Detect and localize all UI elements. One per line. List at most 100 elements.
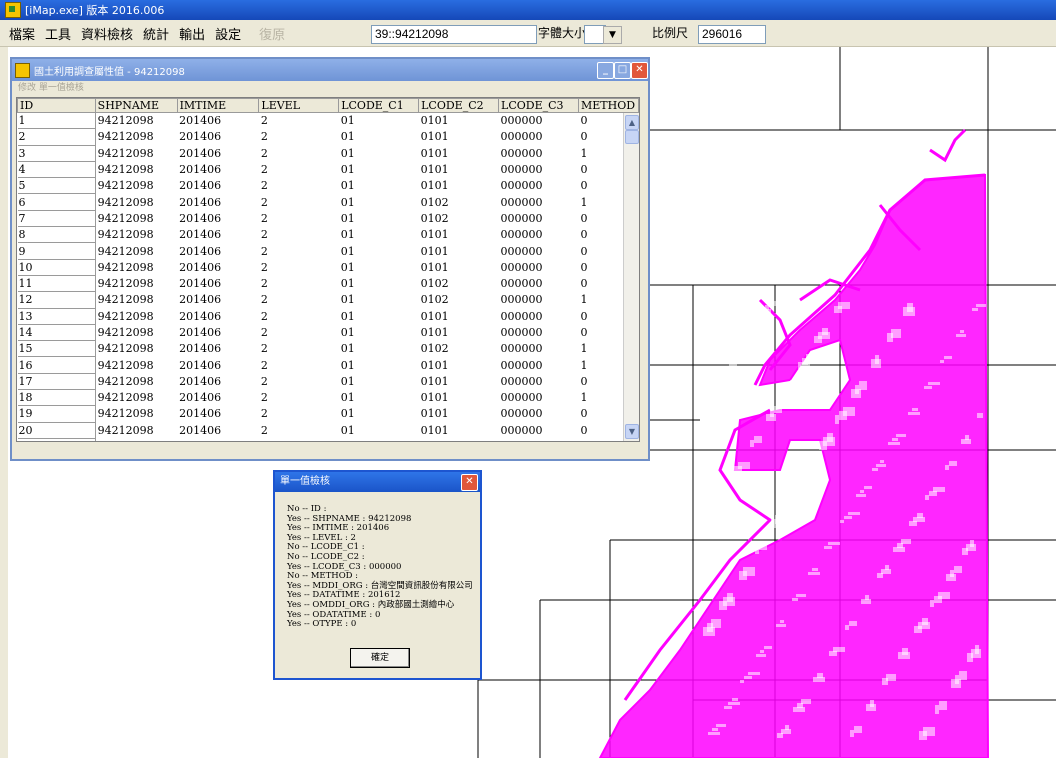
table-cell: 2 xyxy=(260,228,268,242)
app-title: [iMap.exe] 版本 2016.006 xyxy=(25,4,165,17)
scroll-up-icon[interactable]: ▲ xyxy=(625,115,639,130)
scroll-thumb[interactable] xyxy=(625,130,639,144)
location-field[interactable]: 39::94212098 xyxy=(371,25,537,44)
table-row[interactable]: 4 94212098 201406 2 01 0101 000000 0 xyxy=(17,161,639,179)
map-block xyxy=(876,464,886,467)
table-row[interactable]: 18 94212098 201406 2 01 0101 000000 1 xyxy=(17,389,639,407)
check-results: No -- ID : Yes -- SHPNAME : 94212098 Yes -… xyxy=(287,504,473,630)
table-cell: 000000 xyxy=(500,163,543,177)
table-cell: 201406 xyxy=(179,326,222,339)
minimize-icon[interactable]: _ xyxy=(597,62,614,79)
table-row[interactable]: 11 94212098 201406 2 01 0102 000000 0 xyxy=(17,275,639,293)
map-block xyxy=(977,413,983,418)
table-cell: 01 xyxy=(340,342,355,356)
scale-field[interactable]: 296016 xyxy=(698,25,766,44)
table-row[interactable]: 8 94212098 201406 2 01 0101 000000 0 xyxy=(17,226,639,244)
table-row[interactable]: 6 94212098 201406 2 01 0102 000000 1 xyxy=(17,193,639,211)
table-cell: 94212098 xyxy=(97,195,154,209)
column-header[interactable]: METHOD xyxy=(577,98,639,113)
table-row[interactable]: 13 94212098 201406 2 01 0101 000000 0 xyxy=(17,308,639,325)
column-header[interactable]: LCODE_C2 xyxy=(418,98,500,113)
map-block xyxy=(961,439,971,444)
map-block xyxy=(782,388,788,395)
column-header[interactable]: SHPNAME xyxy=(94,98,178,113)
table-cell: 01 xyxy=(340,277,355,291)
vertical-scrollbar[interactable]: ▲ ▼ xyxy=(623,113,639,441)
table-cell: 94212098 xyxy=(97,374,154,388)
table-cell: 2 xyxy=(260,407,268,421)
table-row[interactable]: 17 94212098 201406 2 01 0101 000000 0 xyxy=(17,373,639,391)
table-cell: 0101 xyxy=(420,130,449,144)
table-cell: 10 xyxy=(17,259,96,276)
table-cell: 201406 xyxy=(179,146,222,160)
font-size-dropdown-icon[interactable]: ▼ xyxy=(603,26,622,44)
app-logo-icon xyxy=(5,2,21,18)
scroll-down-icon[interactable]: ▼ xyxy=(625,424,639,439)
column-header[interactable]: LCODE_C3 xyxy=(498,98,579,113)
ok-button[interactable]: 確定 xyxy=(350,648,410,668)
table-cell: 000000 xyxy=(500,391,543,405)
menu-export[interactable]: 輸出 xyxy=(174,24,210,43)
table-row[interactable]: 14 94212098 201406 2 01 0101 000000 0 xyxy=(17,324,639,342)
column-header[interactable]: ID xyxy=(17,98,96,113)
table-row[interactable]: 9 94212098 201406 2 01 0101 000000 0 xyxy=(17,242,639,260)
table-cell: 0102 xyxy=(420,293,449,307)
map-block xyxy=(796,594,806,597)
table-row[interactable]: 2 94212098 201406 2 01 0101 000000 0 xyxy=(17,128,639,146)
column-header[interactable]: IMTIME xyxy=(176,98,260,113)
table-row[interactable]: 5 94212098 201406 2 01 0101 000000 0 xyxy=(17,177,639,195)
table-cell: 201406 xyxy=(179,293,222,307)
table-cell: 01 xyxy=(340,391,355,405)
column-header[interactable]: LEVEL xyxy=(258,98,340,113)
close-icon[interactable]: ✕ xyxy=(631,62,648,79)
table-cell: 6 xyxy=(17,193,96,211)
attribute-window-menu[interactable]: 修改 單一值檢核 xyxy=(12,81,648,95)
maximize-icon[interactable]: □ xyxy=(614,62,631,79)
table-row[interactable]: 219421209820140620101010000000 xyxy=(17,438,639,441)
table-cell: 01 xyxy=(340,228,355,242)
menu-settings[interactable]: 設定 xyxy=(210,24,246,43)
table-row[interactable]: 16 94212098 201406 2 01 0101 000000 1 xyxy=(17,356,639,374)
menu-file[interactable]: 檔案 xyxy=(4,24,40,43)
table-cell: 8 xyxy=(17,226,96,244)
table-row[interactable]: 12 94212098 201406 2 01 0102 000000 1 xyxy=(17,291,639,309)
map-block xyxy=(740,680,744,683)
map-block xyxy=(880,460,884,463)
attribute-window-title-bar[interactable]: 國土利用調查屬性值 - 94212098 xyxy=(12,59,648,81)
dialog-title-bar[interactable]: 單一值檢核 ✕ xyxy=(275,472,480,492)
table-cell: 01 xyxy=(340,163,355,177)
menu-data-check[interactable]: 資料檢核 xyxy=(76,24,138,43)
map-block xyxy=(972,308,978,311)
map-block xyxy=(939,701,947,710)
table-cell: 201406 xyxy=(177,438,259,441)
menu-tools[interactable]: 工具 xyxy=(40,24,76,43)
table-row[interactable]: 7 94212098 201406 2 01 0102 000000 0 xyxy=(17,210,639,228)
menu-statistics[interactable]: 統計 xyxy=(138,24,174,43)
map-block xyxy=(702,518,708,525)
table-row[interactable]: 15 94212098 201406 2 01 0102 000000 1 xyxy=(17,340,639,358)
map-block xyxy=(780,620,784,623)
dialog-close-icon[interactable]: ✕ xyxy=(461,474,478,491)
table-cell: 0101 xyxy=(420,114,449,128)
table-row[interactable]: 20 94212098 201406 2 01 0101 000000 0 xyxy=(17,422,639,439)
map-block xyxy=(888,442,900,445)
table-row[interactable]: 3 94212098 201406 2 01 0101 000000 1 xyxy=(17,145,639,162)
table-cell: 0101 xyxy=(420,228,449,242)
table-cell: 000000 xyxy=(500,358,543,372)
map-block xyxy=(962,548,968,555)
menu-undo: 復原 xyxy=(259,27,286,43)
table-row[interactable]: 1 94212098 201406 2 01 0101 000000 0 xyxy=(17,112,639,130)
table-cell: 201406 xyxy=(179,374,222,388)
table-cell: 2 xyxy=(260,211,268,225)
table-cell: 01 xyxy=(340,195,355,209)
column-header[interactable]: LCODE_C1 xyxy=(338,98,420,113)
table-row[interactable]: 19 94212098 201406 2 01 0101 000000 0 xyxy=(17,405,639,423)
map-block xyxy=(760,650,764,653)
map-block xyxy=(803,467,815,476)
map-block xyxy=(864,486,872,489)
table-row[interactable]: 10 94212098 201406 2 01 0101 000000 0 xyxy=(17,259,639,276)
table-cell: 000000 xyxy=(500,244,543,258)
map-block xyxy=(839,411,847,420)
attribute-grid[interactable]: ID SHPNAME IMTIME LEVEL LCODE_C1 LCODE_C2 LCOD… xyxy=(16,97,640,442)
table-cell: 0101 xyxy=(420,374,449,388)
